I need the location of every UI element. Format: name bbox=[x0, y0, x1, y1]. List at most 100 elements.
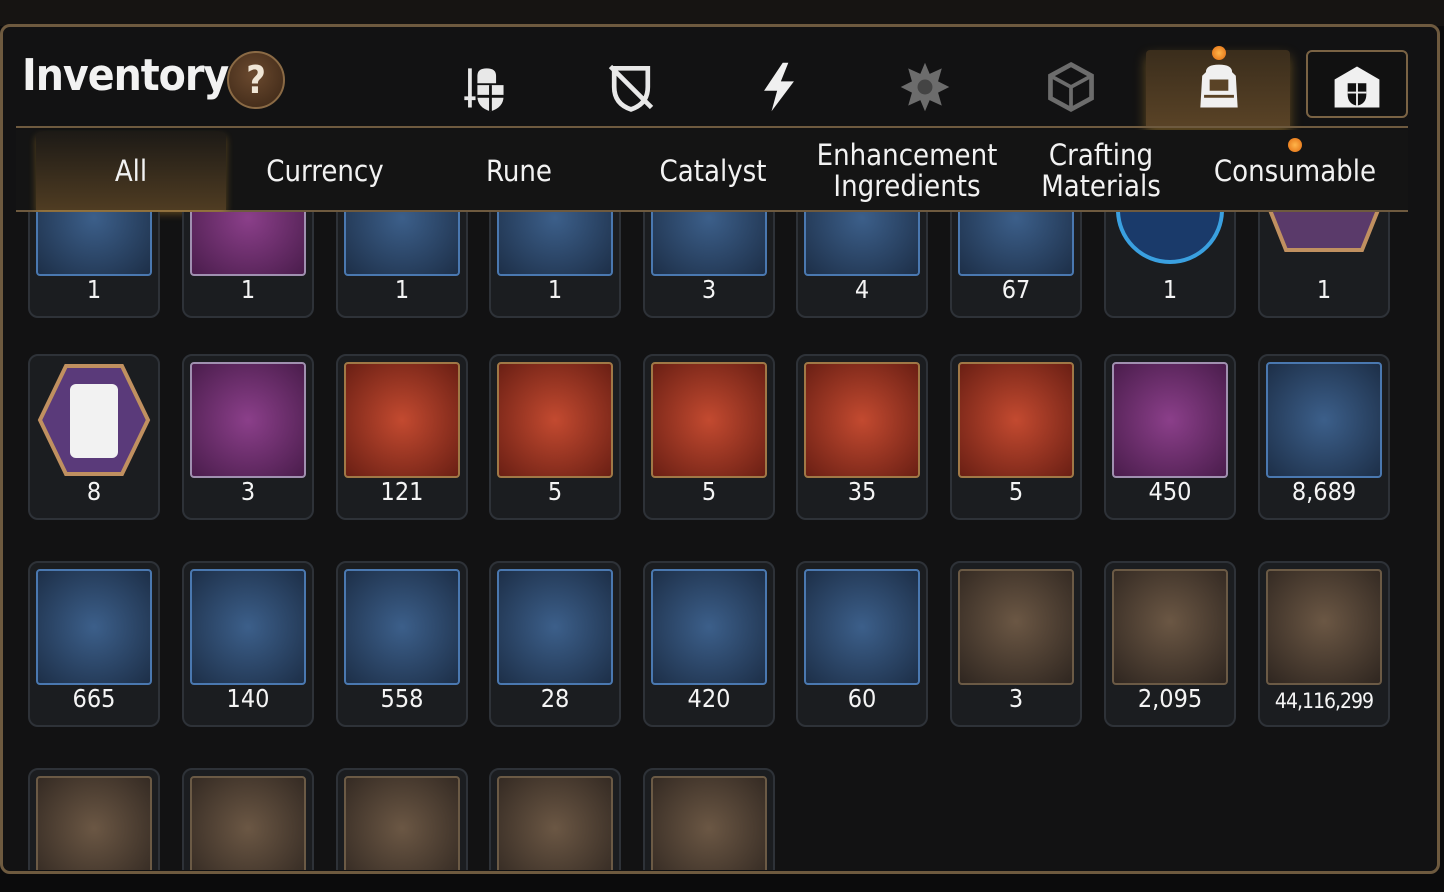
fist-badge-icon bbox=[190, 776, 306, 870]
item-count: 2,095 bbox=[1137, 684, 1203, 713]
clover-amulet-icon bbox=[958, 362, 1074, 478]
item-count: 1 bbox=[547, 275, 563, 304]
item-slot[interactable]: 44,116,299 bbox=[1258, 561, 1390, 727]
item-slot[interactable]: 140 bbox=[182, 561, 314, 727]
gold-coin-icon bbox=[1266, 569, 1382, 685]
item-count: 5 bbox=[1008, 477, 1024, 506]
item-slot[interactable]: 1 bbox=[1104, 212, 1236, 318]
item-count: 1 bbox=[86, 275, 102, 304]
item-slot[interactable]: 420 bbox=[643, 561, 775, 727]
banner-icon bbox=[344, 776, 460, 870]
item-count: 28 bbox=[540, 684, 570, 713]
item-slot[interactable]: 1 bbox=[1258, 212, 1390, 318]
guild-badge-icon bbox=[958, 569, 1074, 685]
item-slot[interactable]: 3 bbox=[950, 561, 1082, 727]
ore-icon bbox=[497, 212, 613, 276]
item-slot[interactable]: 5 bbox=[489, 354, 621, 520]
item-slot[interactable]: 558 bbox=[336, 561, 468, 727]
pet-food-icon bbox=[36, 362, 152, 478]
item-slot[interactable]: 67 bbox=[950, 212, 1082, 318]
item-slot[interactable]: 8 bbox=[28, 354, 160, 520]
item-count: 5 bbox=[701, 477, 717, 506]
item-slot[interactable]: 5 bbox=[643, 354, 775, 520]
tab-all[interactable]: All bbox=[36, 132, 226, 210]
help-button[interactable]: ? bbox=[227, 51, 285, 109]
item-slot[interactable] bbox=[336, 768, 468, 870]
costume-card-icon bbox=[804, 569, 920, 685]
item-count: 67 bbox=[1001, 275, 1031, 304]
leaf-icon bbox=[344, 569, 460, 685]
item-slot[interactable]: 450 bbox=[1104, 354, 1236, 520]
item-count: 8 bbox=[86, 477, 102, 506]
item-count: 60 bbox=[847, 684, 877, 713]
item-slot[interactable]: 665 bbox=[28, 561, 160, 727]
item-count: 4 bbox=[854, 275, 870, 304]
silver-coin-icon bbox=[36, 569, 152, 685]
item-count: 44,116,299 bbox=[1274, 689, 1374, 713]
tab-currency[interactable]: Currency bbox=[230, 132, 420, 210]
item-slot[interactable]: 8,689 bbox=[1258, 354, 1390, 520]
map-tile-icon bbox=[36, 212, 152, 276]
item-slot[interactable]: 121 bbox=[336, 354, 468, 520]
item-slot[interactable]: 1 bbox=[182, 212, 314, 318]
cube-icon[interactable] bbox=[1040, 56, 1102, 118]
guild-icon[interactable] bbox=[1326, 56, 1388, 118]
item-slot[interactable] bbox=[28, 768, 160, 870]
hammer-icon bbox=[804, 212, 920, 276]
item-slot[interactable]: 35 bbox=[796, 354, 928, 520]
item-slot[interactable]: 1 bbox=[489, 212, 621, 318]
item-slot[interactable] bbox=[643, 768, 775, 870]
compass-icon bbox=[36, 776, 152, 870]
item-slot[interactable]: 60 bbox=[796, 561, 928, 727]
emblem-icon[interactable] bbox=[894, 56, 956, 118]
pet-card-icon bbox=[497, 569, 613, 685]
item-slot[interactable]: 1 bbox=[28, 212, 160, 318]
top-resource-bar bbox=[0, 0, 1444, 26]
teal-crystal-icon bbox=[190, 569, 306, 685]
item-count: 3 bbox=[240, 477, 256, 506]
portal-icon bbox=[1112, 212, 1228, 276]
item-count: 1 bbox=[394, 275, 410, 304]
tab-crafting-materials[interactable]: Crafting Materials bbox=[1006, 132, 1196, 210]
item-count: 3 bbox=[1008, 684, 1024, 713]
item-count: 1 bbox=[1162, 275, 1178, 304]
notification-dot bbox=[1212, 46, 1226, 60]
tab-rune[interactable]: Rune bbox=[424, 132, 614, 210]
crystal-icon bbox=[344, 362, 460, 478]
item-count: 5 bbox=[547, 477, 563, 506]
fire-amulet-icon bbox=[497, 362, 613, 478]
tab-catalyst[interactable]: Catalyst bbox=[618, 132, 808, 210]
blue-crystal-icon bbox=[1266, 362, 1382, 478]
bracelet-icon bbox=[1112, 362, 1228, 478]
gem-icon bbox=[190, 212, 306, 276]
equipment-icon[interactable] bbox=[452, 56, 514, 118]
bag-icon[interactable] bbox=[1188, 56, 1250, 118]
red-leaves-icon bbox=[651, 776, 767, 870]
page-title: Inventory bbox=[22, 50, 229, 101]
fire-orb-icon bbox=[651, 212, 767, 276]
item-slot[interactable] bbox=[182, 768, 314, 870]
energy-icon[interactable] bbox=[748, 56, 810, 118]
item-slot[interactable]: 5 bbox=[950, 354, 1082, 520]
item-slot[interactable]: 2,095 bbox=[1104, 561, 1236, 727]
divider-top bbox=[16, 126, 1408, 128]
heart-icon bbox=[1112, 569, 1228, 685]
feather-staff-icon bbox=[190, 362, 306, 478]
herb-icon bbox=[958, 212, 1074, 276]
item-count: 1 bbox=[240, 275, 256, 304]
defense-icon[interactable] bbox=[600, 56, 662, 118]
item-slot[interactable]: 4 bbox=[796, 212, 928, 318]
item-count: 665 bbox=[72, 684, 116, 713]
item-slot[interactable] bbox=[489, 768, 621, 870]
item-count: 558 bbox=[380, 684, 424, 713]
star-amulet-icon bbox=[651, 569, 767, 685]
water-amulet-icon bbox=[651, 362, 767, 478]
item-slot[interactable]: 3 bbox=[182, 354, 314, 520]
pet-box-icon bbox=[1266, 212, 1382, 276]
tab-enhancement-ingredients[interactable]: Enhancement Ingredients bbox=[812, 132, 1002, 210]
item-slot[interactable]: 1 bbox=[336, 212, 468, 318]
ring-amulet-icon bbox=[804, 362, 920, 478]
item-slot[interactable]: 3 bbox=[643, 212, 775, 318]
item-slot[interactable]: 28 bbox=[489, 561, 621, 727]
item-count: 3 bbox=[701, 275, 717, 304]
